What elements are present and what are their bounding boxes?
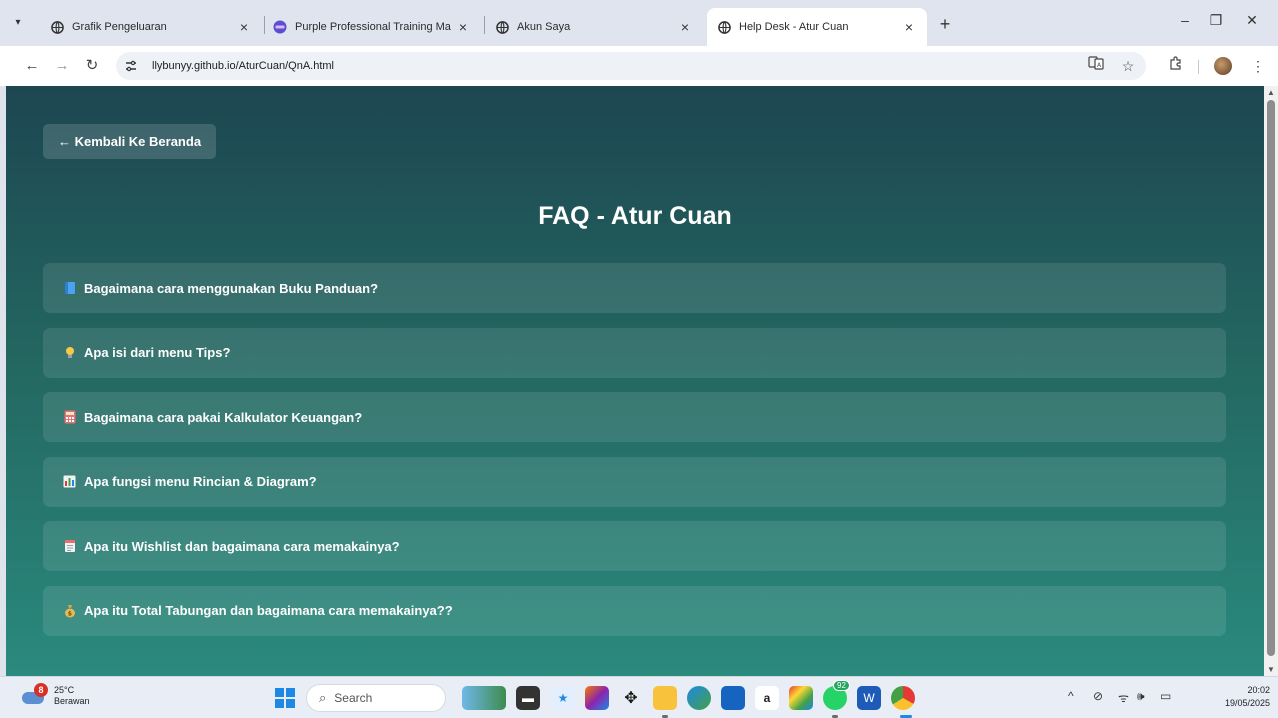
page-scrollbar[interactable]: ▲ ▼: [1264, 86, 1278, 676]
tab-search-button[interactable]: ▾: [8, 12, 28, 32]
faq-question: Apa fungsi menu Rincian & Diagram?: [84, 474, 317, 489]
search-icon: ⌕: [319, 690, 327, 705]
back-arrow-icon[interactable]: ←: [22, 56, 42, 76]
faq-page: ← Kembali Ke Beranda FAQ - Atur Cuan Bag…: [6, 86, 1264, 676]
copilot-icon[interactable]: [585, 686, 609, 710]
tab-title: Grafik Pengeluaran: [72, 21, 167, 33]
forward-arrow-icon[interactable]: →: [52, 56, 72, 76]
amazon-icon[interactable]: a: [755, 686, 779, 710]
close-tab-icon[interactable]: ×: [901, 19, 917, 35]
scroll-down-arrow-icon[interactable]: ▼: [1267, 665, 1275, 674]
weather-widget[interactable]: 8 25°C Berawan: [22, 683, 90, 707]
weather-badge: 8: [34, 683, 48, 697]
lightbulb-icon: [62, 345, 77, 360]
close-window-icon[interactable]: ✕: [1242, 12, 1262, 29]
money-bag-icon: $: [62, 603, 77, 618]
globe-icon: [495, 20, 509, 34]
favorites-app-icon[interactable]: ★: [551, 686, 575, 710]
microsoft-store-icon[interactable]: [721, 686, 745, 710]
faq-item[interactable]: Apa itu Wishlist dan bagaimana cara mema…: [43, 521, 1226, 571]
word-icon[interactable]: W: [857, 686, 881, 710]
tab-akun-saya[interactable]: Akun Saya ×: [485, 8, 703, 46]
clock-time: 20:02: [1247, 685, 1270, 695]
book-icon: [62, 281, 77, 296]
profile-avatar[interactable]: [1214, 57, 1232, 75]
more-menu-icon[interactable]: ⋮: [1248, 56, 1268, 76]
extensions-icon[interactable]: [1165, 56, 1185, 76]
faq-item[interactable]: Apa isi dari menu Tips?: [43, 327, 1226, 378]
faq-item[interactable]: $ Apa itu Total Tabungan dan bagaimana c…: [43, 585, 1226, 636]
purple-app-icon: [273, 20, 287, 34]
page-title: FAQ - Atur Cuan: [538, 202, 732, 230]
tab-strip: ▾ Grafik Pengeluaran × Purple Profession…: [0, 0, 1278, 46]
widgets-icon[interactable]: [462, 686, 506, 710]
weather-temperature: 25°C: [54, 685, 75, 695]
faq-question: Apa itu Total Tabungan dan bagaimana car…: [84, 603, 453, 618]
tab-purple-professional[interactable]: Purple Professional Training Ma ×: [263, 8, 481, 46]
taskbar-clock[interactable]: 20:02 19/05/2025: [1225, 684, 1270, 710]
photos-app-icon[interactable]: [789, 686, 813, 710]
reload-icon[interactable]: ↻: [82, 56, 102, 76]
scroll-thumb[interactable]: [1267, 100, 1275, 656]
minimize-icon[interactable]: –: [1175, 12, 1195, 28]
toolbar-divider: [1198, 60, 1199, 74]
battery-icon[interactable]: ▭: [1160, 689, 1171, 703]
faq-question: Apa itu Wishlist dan bagaimana cara mema…: [84, 538, 400, 554]
tab-help-desk[interactable]: Help Desk - Atur Cuan ×: [707, 8, 927, 46]
faq-item[interactable]: Apa fungsi menu Rincian & Diagram?: [43, 456, 1226, 507]
back-to-home-button[interactable]: ← Kembali Ke Beranda: [43, 124, 217, 159]
translate-icon[interactable]: A: [1086, 56, 1106, 76]
whatsapp-notification-badge: 92: [833, 680, 850, 691]
wishlist-icon: [62, 539, 77, 554]
tab-title: Help Desk - Atur Cuan: [739, 21, 849, 33]
close-tab-icon[interactable]: ×: [455, 19, 471, 35]
edge-browser-icon[interactable]: [687, 686, 711, 710]
faq-question: Bagaimana cara menggunakan Buku Panduan?: [84, 280, 379, 296]
globe-icon: [50, 20, 64, 34]
site-settings-icon[interactable]: [120, 55, 142, 77]
taskbar-search[interactable]: ⌕ Search: [306, 684, 446, 712]
volume-icon[interactable]: 🕪: [1137, 689, 1145, 704]
calculator-icon: [62, 410, 77, 425]
windows-taskbar: 8 25°C Berawan ⌕ Search ▬ ★ ✥ a 92 W ^ ⊘…: [0, 676, 1278, 718]
url-text: llybunyy.github.io/AturCuan/QnA.html: [152, 60, 334, 72]
bar-chart-icon: [62, 474, 77, 489]
bookmark-star-icon[interactable]: ☆: [1118, 56, 1138, 76]
windows-start-icon[interactable]: [275, 688, 295, 708]
address-bar[interactable]: llybunyy.github.io/AturCuan/QnA.html: [116, 52, 1146, 80]
faq-question: Bagaimana cara pakai Kalkulator Keuangan…: [84, 409, 363, 425]
tab-title: Akun Saya: [517, 21, 571, 33]
tab-grafik-pengeluaran[interactable]: Grafik Pengeluaran ×: [40, 8, 262, 46]
restore-icon[interactable]: ❐: [1206, 12, 1226, 29]
chrome-icon[interactable]: [891, 686, 915, 710]
wifi-icon[interactable]: ᯤ: [1118, 689, 1129, 706]
file-explorer-icon[interactable]: [653, 686, 677, 710]
tab-title: Purple Professional Training Ma: [295, 21, 451, 33]
search-placeholder: Search: [334, 691, 373, 705]
dropbox-icon[interactable]: ✥: [619, 686, 643, 710]
cloud-icon: 8: [22, 683, 48, 705]
weather-description: Berawan: [54, 696, 90, 706]
globe-icon: [717, 20, 731, 34]
close-tab-icon[interactable]: ×: [236, 19, 252, 35]
sync-status-icon[interactable]: ⊘: [1093, 689, 1103, 703]
close-tab-icon[interactable]: ×: [677, 19, 693, 35]
browser-toolbar: ← → ↻ llybunyy.github.io/AturCuan/QnA.ht…: [0, 46, 1278, 86]
clock-date: 19/05/2025: [1224, 698, 1270, 708]
faq-question: Apa isi dari menu Tips?: [84, 345, 231, 360]
faq-list: Bagaimana cara menggunakan Buku Panduan?…: [43, 263, 1226, 650]
scroll-up-arrow-icon[interactable]: ▲: [1267, 88, 1275, 97]
faq-item[interactable]: Bagaimana cara menggunakan Buku Panduan?: [43, 263, 1226, 313]
svg-text:$: $: [67, 610, 71, 617]
new-tab-icon[interactable]: +: [935, 14, 955, 35]
faq-item[interactable]: Bagaimana cara pakai Kalkulator Keuangan…: [43, 392, 1226, 442]
whatsapp-icon[interactable]: 92: [823, 680, 850, 710]
task-view-icon[interactable]: ▬: [516, 686, 540, 710]
show-hidden-icons-chevron-icon[interactable]: ^: [1068, 689, 1074, 703]
